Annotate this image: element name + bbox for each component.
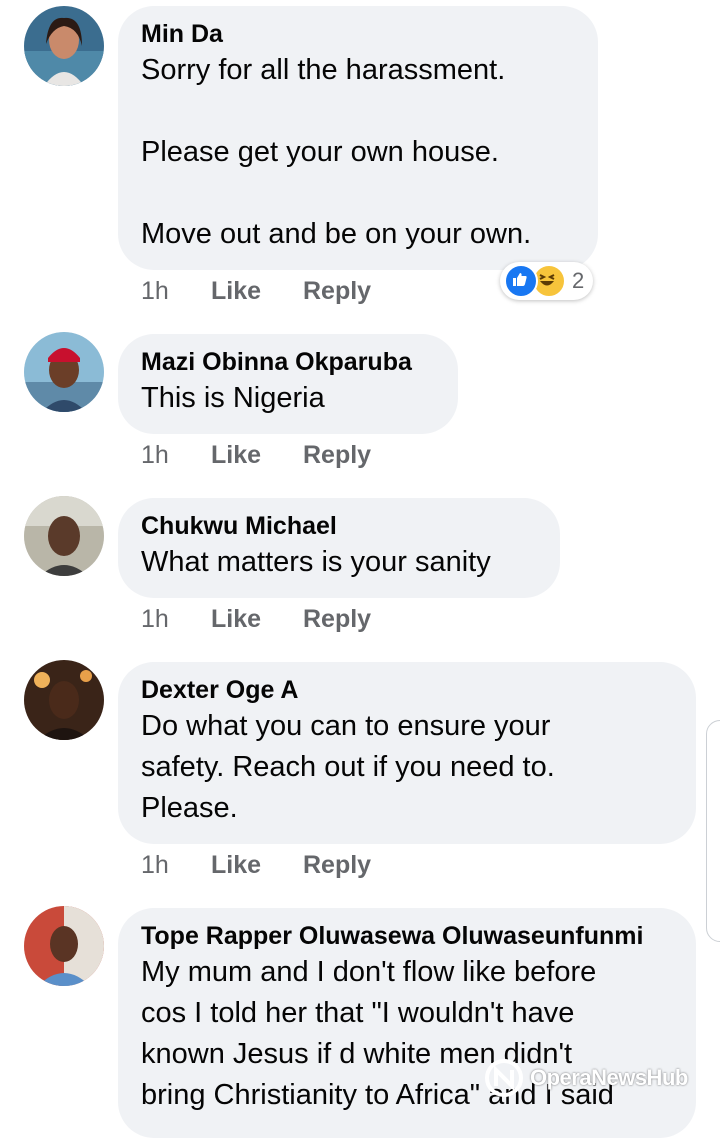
comment-bubble: Mazi Obinna Okparuba This is Nigeria bbox=[118, 334, 458, 434]
comment-text: What matters is your sanity bbox=[141, 546, 491, 578]
reaction-count: 2 bbox=[572, 268, 585, 293]
avatar[interactable] bbox=[24, 660, 104, 740]
like-button[interactable]: Like bbox=[211, 851, 303, 880]
avatar[interactable] bbox=[24, 332, 104, 412]
comment-text: Do what you can to ensure your safety. R… bbox=[141, 710, 555, 824]
comment-bubble: Chukwu Michael What matters is your sani… bbox=[118, 498, 560, 598]
comment-actions: 1h Like Reply bbox=[141, 277, 371, 306]
avatar[interactable] bbox=[24, 6, 104, 86]
comment-author[interactable]: Mazi Obinna Okparuba bbox=[141, 346, 434, 378]
comment-author[interactable]: Min Da bbox=[141, 18, 574, 50]
like-button[interactable]: Like bbox=[211, 441, 303, 470]
comment-actions: 1h Like Reply bbox=[141, 851, 371, 880]
comment-bubble: Dexter Oge A Do what you can to ensure y… bbox=[118, 662, 696, 844]
watermark: OperaNewsHub bbox=[484, 1058, 688, 1098]
avatar-photo bbox=[24, 660, 104, 740]
avatar[interactable] bbox=[24, 496, 104, 576]
comment-actions: 1h Like Reply bbox=[141, 441, 371, 470]
comment-text: Sorry for all the harassment. Please get… bbox=[141, 54, 532, 250]
comment-timestamp[interactable]: 1h bbox=[141, 851, 211, 880]
reply-button[interactable]: Reply bbox=[303, 605, 371, 634]
comment-actions: 1h Like Reply bbox=[141, 605, 371, 634]
reply-button[interactable]: Reply bbox=[303, 441, 371, 470]
like-button[interactable]: Like bbox=[211, 605, 303, 634]
like-icon bbox=[504, 264, 538, 298]
comment-bubble: Min Da Sorry for all the harassment. Ple… bbox=[118, 6, 598, 270]
comment-timestamp[interactable]: 1h bbox=[141, 441, 211, 470]
avatar-photo bbox=[24, 332, 104, 412]
comment-author[interactable]: Chukwu Michael bbox=[141, 510, 536, 542]
comment-author[interactable]: Tope Rapper Oluwasewa Oluwaseunfunmi bbox=[141, 920, 672, 952]
watermark-text: OperaNewsHub bbox=[530, 1065, 688, 1090]
reply-button[interactable]: Reply bbox=[303, 851, 371, 880]
comment-timestamp[interactable]: 1h bbox=[141, 277, 211, 306]
avatar[interactable] bbox=[24, 906, 104, 986]
reaction-summary[interactable]: 2 bbox=[500, 262, 593, 300]
comment-timestamp[interactable]: 1h bbox=[141, 605, 211, 634]
comment-bubble: Tope Rapper Oluwasewa Oluwaseunfunmi My … bbox=[118, 908, 696, 1138]
operanews-logo-icon bbox=[485, 1059, 523, 1097]
comment-author[interactable]: Dexter Oge A bbox=[141, 674, 672, 706]
reply-button[interactable]: Reply bbox=[303, 277, 371, 306]
avatar-photo bbox=[24, 906, 104, 986]
avatar-photo bbox=[24, 6, 104, 86]
side-panel-edge bbox=[706, 720, 720, 942]
avatar-photo bbox=[24, 496, 104, 576]
like-button[interactable]: Like bbox=[211, 277, 303, 306]
comment-text: This is Nigeria bbox=[141, 382, 325, 414]
